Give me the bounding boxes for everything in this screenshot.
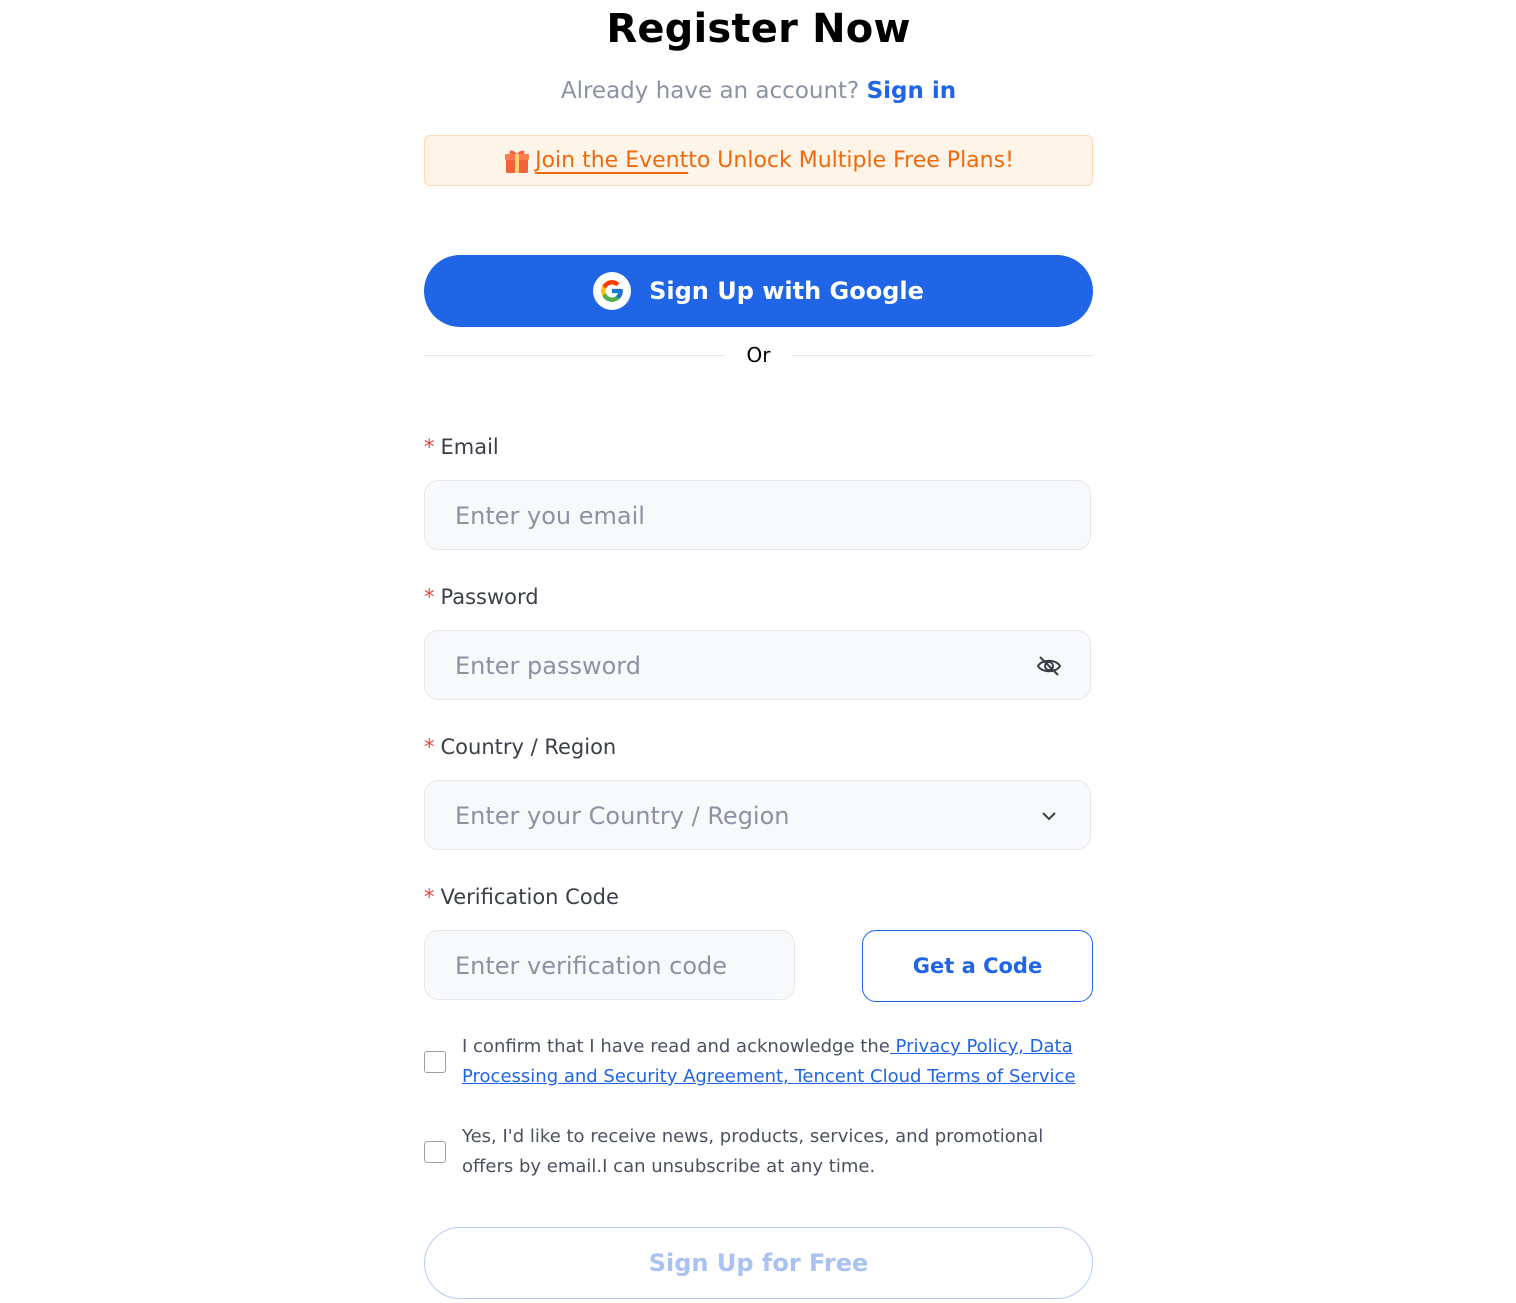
required-mark: * bbox=[424, 585, 435, 609]
signin-prompt-text: Already have an account? bbox=[560, 78, 860, 104]
divider-line-right bbox=[791, 355, 1093, 356]
password-label-text: Password bbox=[440, 585, 539, 609]
privacy-agreement-text: I confirm that I have read and acknowled… bbox=[462, 1032, 1093, 1092]
password-placeholder: Enter password bbox=[455, 652, 641, 680]
privacy-checkbox[interactable] bbox=[424, 1051, 446, 1073]
password-field[interactable]: Enter password bbox=[424, 630, 1091, 700]
verification-code-field[interactable]: Enter verification code bbox=[424, 930, 795, 1000]
eye-hidden-icon[interactable] bbox=[1036, 654, 1062, 678]
verification-code-label: * Verification Code bbox=[424, 885, 619, 909]
join-event-link[interactable]: Join the Event bbox=[535, 148, 688, 173]
country-label: * Country / Region bbox=[424, 735, 616, 759]
password-label: * Password bbox=[424, 585, 539, 609]
required-mark: * bbox=[424, 735, 435, 759]
email-label: * Email bbox=[424, 435, 499, 459]
event-banner-text: to Unlock Multiple Free Plans! bbox=[688, 148, 1014, 173]
gift-icon bbox=[503, 147, 531, 175]
verification-code-placeholder: Enter verification code bbox=[455, 952, 728, 980]
email-placeholder: Enter you email bbox=[455, 502, 645, 530]
country-select[interactable]: Enter your Country / Region bbox=[424, 780, 1091, 850]
event-banner: Join the Event to Unlock Multiple Free P… bbox=[424, 135, 1093, 186]
signup-submit-button[interactable]: Sign Up for Free bbox=[424, 1227, 1093, 1299]
required-mark: * bbox=[424, 435, 435, 459]
country-label-text: Country / Region bbox=[440, 735, 617, 759]
google-signup-button[interactable]: Sign Up with Google bbox=[424, 255, 1093, 327]
email-field[interactable]: Enter you email bbox=[424, 480, 1091, 550]
signin-prompt: Already have an account? Sign in bbox=[424, 78, 1093, 104]
news-consent-text: Yes, I'd like to receive news, products,… bbox=[462, 1126, 1044, 1177]
country-placeholder: Enter your Country / Region bbox=[455, 802, 790, 830]
required-mark: * bbox=[424, 885, 435, 909]
google-signup-label: Sign Up with Google bbox=[649, 277, 924, 305]
or-divider: Or bbox=[424, 340, 1093, 372]
verification-code-label-text: Verification Code bbox=[440, 885, 619, 909]
chevron-down-icon[interactable] bbox=[1036, 804, 1062, 828]
get-code-button[interactable]: Get a Code bbox=[862, 930, 1093, 1002]
email-label-text: Email bbox=[440, 435, 499, 459]
page-title: Register Now bbox=[606, 6, 911, 52]
news-checkbox[interactable] bbox=[424, 1141, 446, 1163]
privacy-agreement-prefix: I confirm that I have read and acknowled… bbox=[462, 1036, 890, 1057]
google-icon bbox=[593, 272, 632, 310]
signin-link[interactable]: Sign in bbox=[867, 78, 957, 104]
